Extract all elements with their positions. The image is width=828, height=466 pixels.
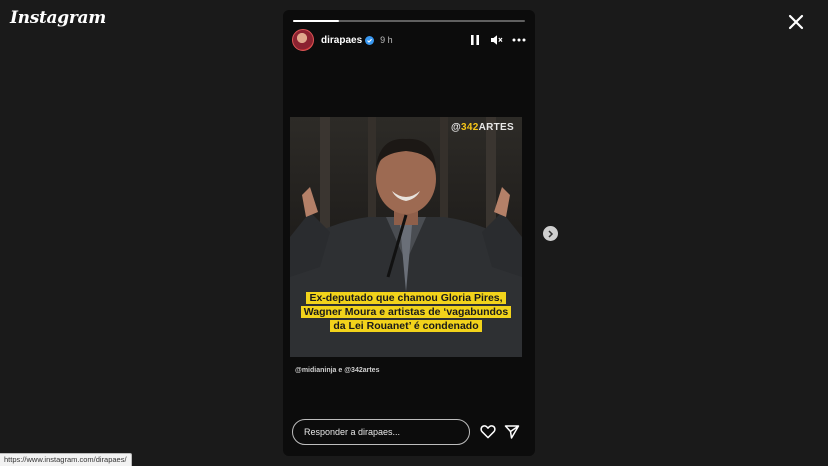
story-timestamp: 9 h [380, 35, 393, 45]
muted-speaker-icon[interactable] [490, 34, 503, 46]
avatar[interactable] [292, 29, 314, 51]
username-link[interactable]: dirapaes [321, 35, 362, 46]
image-headline: Ex-deputado que chamou Gloria Pires, Wag… [290, 291, 522, 333]
instagram-logo[interactable]: Instagram [10, 8, 106, 28]
story-header: dirapaes 9 h [292, 29, 526, 51]
browser-status-url: https://www.instagram.com/dirapaes/ [0, 453, 132, 466]
headline-line: Ex-deputado que chamou Gloria Pires, [306, 292, 506, 304]
more-options-icon[interactable] [512, 34, 526, 46]
reply-input[interactable]: Responder a dirapaes... [292, 419, 470, 445]
chevron-right-icon [548, 229, 554, 238]
pause-icon[interactable] [469, 34, 481, 46]
story-image: @342ARTES Ex-deputado que chamou Gloria … [290, 117, 522, 357]
close-icon[interactable] [786, 12, 806, 32]
heart-icon[interactable] [480, 424, 496, 439]
headline-line: da Lei Rouanet’ é condenado [330, 320, 482, 332]
verified-badge-icon [365, 35, 375, 45]
send-icon[interactable] [504, 424, 520, 439]
story-progress-fill [293, 20, 340, 22]
next-story-button[interactable] [543, 226, 558, 241]
headline-line: Wagner Moura e artistas de ‘vagabundos [300, 306, 512, 318]
image-watermark: @342ARTES [450, 122, 514, 133]
story-viewer: dirapaes 9 h @342ARTES Ex-deputado que c… [283, 10, 535, 456]
story-progress-bar [293, 20, 525, 22]
image-credits: @midianinja e @342artes [295, 367, 380, 374]
